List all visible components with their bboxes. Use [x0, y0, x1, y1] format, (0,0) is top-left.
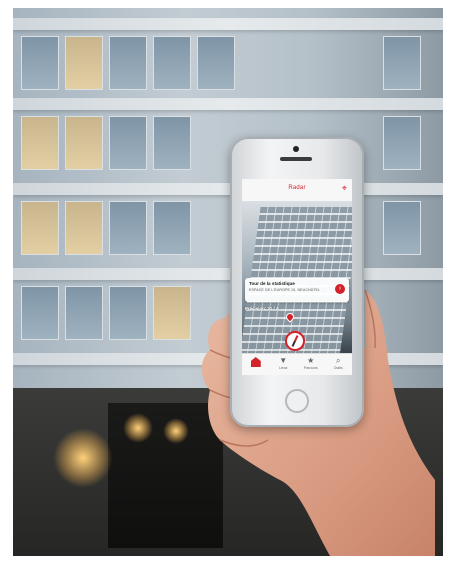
map-pin-icon: ▼ [279, 356, 288, 365]
home-button[interactable] [285, 389, 309, 413]
poi-card[interactable]: Tour de la statistique ESPACE DE L'EUROP… [245, 278, 349, 302]
lobby-light [123, 413, 153, 443]
tab-home[interactable] [245, 354, 267, 367]
lobby-light [53, 428, 113, 488]
ar-camera-view: Tour de la statistique ESPACE DE L'EUROP… [242, 201, 352, 353]
phone-screen: Radar ⌖ Tour de la statistique ESPACE DE… [242, 179, 352, 375]
window [383, 116, 421, 170]
earpiece-speaker [280, 157, 312, 161]
smartphone: Radar ⌖ Tour de la statistique ESPACE DE… [230, 137, 364, 427]
facade-band [13, 183, 443, 195]
window [65, 286, 103, 340]
window [109, 116, 147, 170]
window [383, 201, 421, 255]
app-title: Radar [288, 185, 306, 191]
location-pin-icon[interactable]: ⌖ [342, 184, 347, 193]
chevron-right-icon[interactable]: › [335, 284, 345, 294]
window [21, 201, 59, 255]
window [153, 201, 191, 255]
window [21, 116, 59, 170]
facade-band [13, 98, 443, 110]
window [109, 201, 147, 255]
accuracy-text: Précision: 21 / A [245, 306, 279, 311]
walker-icon: ★ [307, 356, 315, 365]
city-logo-icon [250, 357, 261, 367]
facade-band [13, 18, 443, 30]
tab-label: Outils [333, 366, 343, 370]
window [21, 286, 59, 340]
window [153, 286, 191, 340]
tab-label: Parcours [303, 366, 318, 370]
tab-lieux[interactable]: ▼ Lieux [272, 354, 294, 370]
tab-label: Lieux [279, 366, 288, 370]
window [109, 36, 147, 90]
window [153, 36, 191, 90]
window [65, 116, 103, 170]
poi-subtitle: ESPACE DE L'EUROPE 10, NEUCHÂTEL [249, 288, 321, 292]
tab-outils[interactable]: ⌕ Outils [327, 354, 349, 370]
poi-title: Tour de la statistique [249, 281, 295, 286]
window [109, 286, 147, 340]
app-header: Radar ⌖ [242, 179, 352, 202]
facade-band [13, 268, 443, 280]
lobby-light [163, 418, 189, 444]
window [65, 201, 103, 255]
compass-icon[interactable] [285, 331, 305, 351]
window [153, 116, 191, 170]
window [197, 36, 235, 90]
window [383, 36, 421, 90]
window [65, 36, 103, 90]
tab-bar: ▼ Lieux ★ Parcours ⌕ Outils [242, 353, 352, 375]
tab-parcours[interactable]: ★ Parcours [300, 354, 322, 370]
window [21, 36, 59, 90]
front-camera [293, 146, 299, 152]
search-icon: ⌕ [336, 356, 341, 365]
